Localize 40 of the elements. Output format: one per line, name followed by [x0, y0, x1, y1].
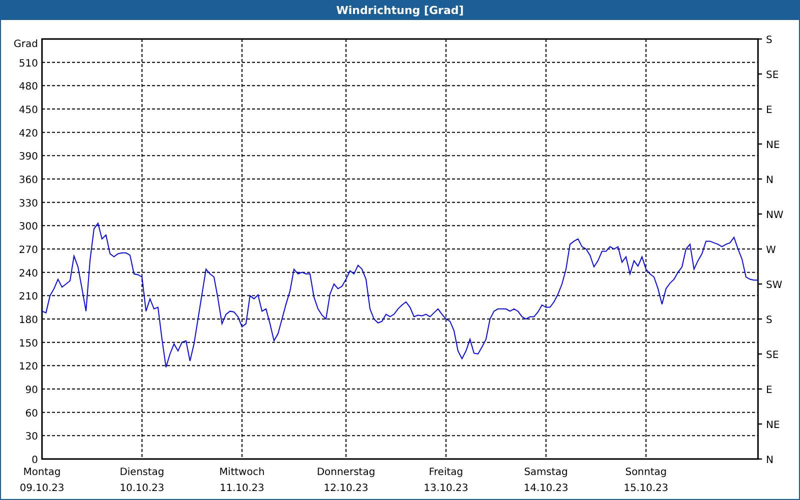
x-tick-label: Freitag 13.10.23 [424, 467, 468, 494]
y-tick-label: 30 [25, 432, 38, 443]
y-tick-label: 0 [32, 455, 38, 466]
y-tick-label: 360 [18, 175, 38, 186]
x-tick-label: Montag 09.10.23 [20, 467, 64, 494]
compass-tick-label: E [766, 105, 772, 116]
window-title: Windrichtung [Grad] [336, 4, 464, 16]
compass-tick-label: SE [766, 350, 779, 361]
y-tick-label: 90 [25, 385, 38, 396]
x-tick-label: Dienstag 10.10.23 [120, 467, 164, 494]
compass-tick-label: S [766, 35, 772, 46]
compass-tick-label: SE [766, 70, 779, 81]
y-tick-label: 450 [18, 105, 38, 116]
x-tick-label: Samstag 14.10.23 [524, 467, 568, 494]
compass-tick-label: N [766, 175, 774, 186]
compass-tick-label: NW [766, 210, 784, 221]
x-tick-label: Sonntag 15.10.23 [624, 467, 668, 494]
y-tick-label: 330 [18, 198, 38, 210]
y-tick-label: 390 [18, 152, 38, 163]
y-axis-title: Grad [14, 39, 38, 50]
x-tick-label: Donnerstag 12.10.23 [316, 467, 376, 494]
compass-tick-label: E [766, 385, 772, 396]
y-tick-label: 240 [18, 268, 38, 280]
y-tick-label: 150 [18, 338, 38, 350]
y-tick-label: 480 [18, 82, 38, 93]
y-tick-label: 60 [25, 408, 38, 420]
compass-tick-label: N [766, 455, 774, 466]
x-tick-label: Mittwoch 11.10.23 [219, 467, 265, 494]
compass-tick-label: SW [766, 280, 782, 291]
y-tick-label: 180 [18, 315, 38, 326]
y-tick-label: 420 [18, 128, 38, 140]
y-tick-label: 300 [18, 222, 38, 233]
compass-tick-label: S [766, 315, 772, 326]
compass-tick-label: W [766, 245, 776, 256]
y-tick-label: 120 [18, 362, 38, 373]
y-tick-label: 510 [18, 58, 38, 70]
y-tick-label: 210 [18, 292, 38, 303]
compass-tick-label: NE [766, 140, 780, 151]
compass-tick-label: NE [766, 420, 780, 431]
y-tick-label: 270 [18, 245, 38, 256]
